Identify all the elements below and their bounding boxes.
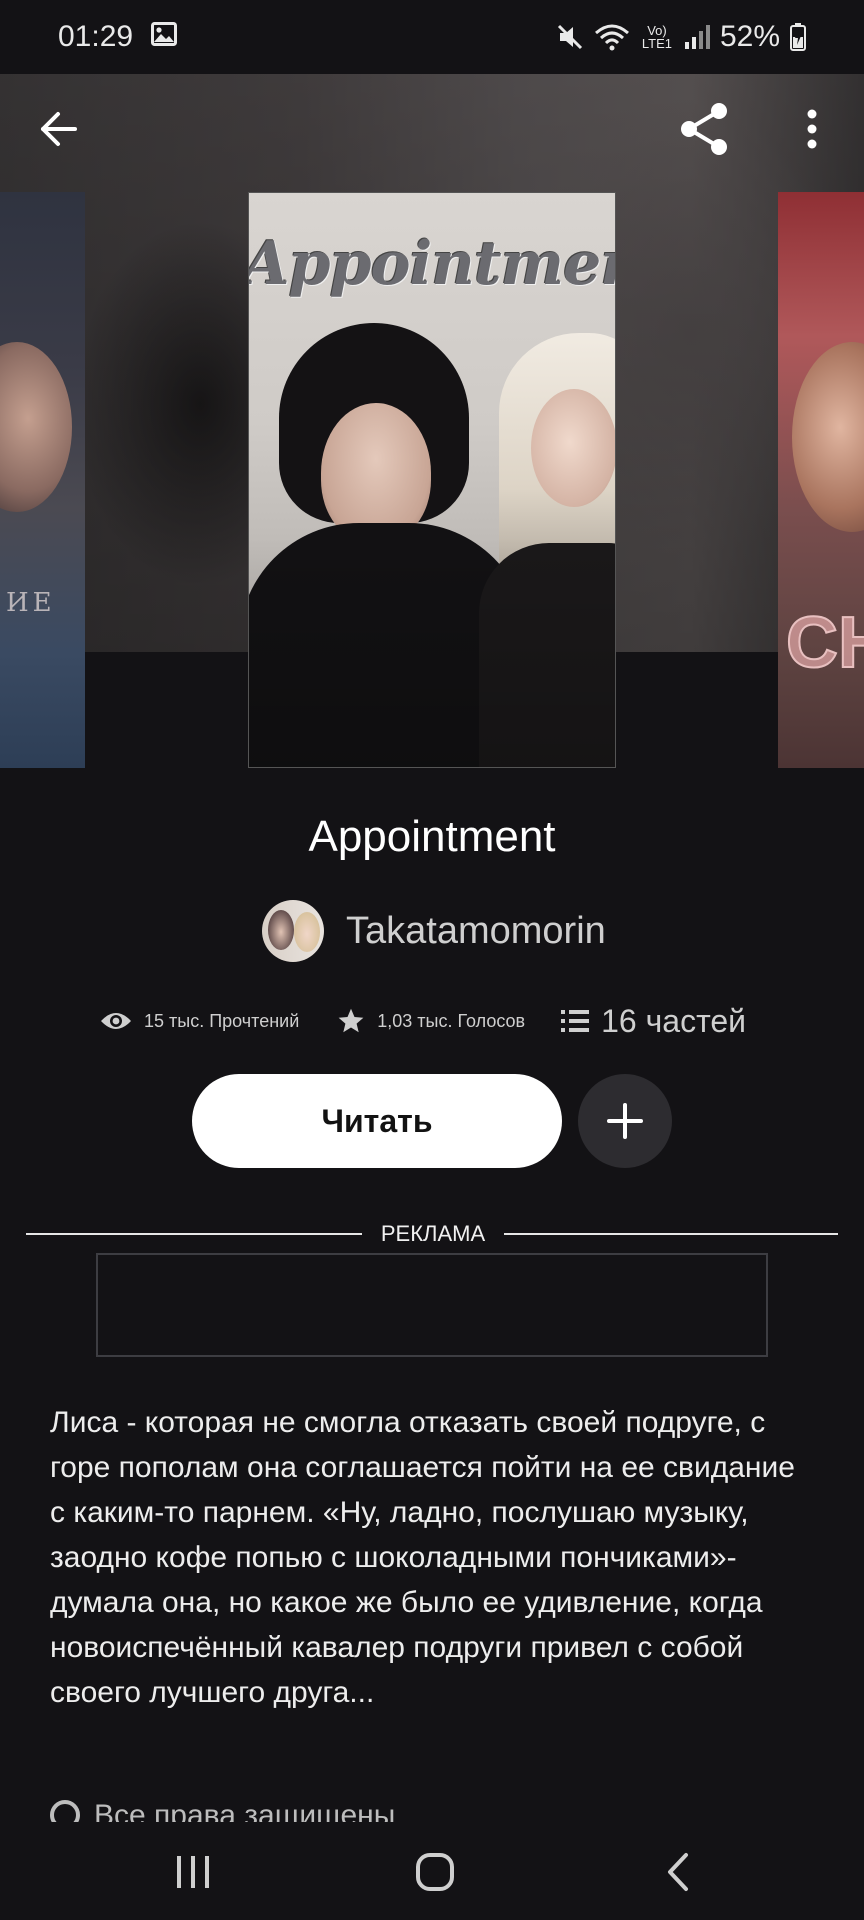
- story-stats: 15 тыс. Прочтений 1,03 тыс. Голосов 16 ч…: [100, 996, 780, 1046]
- mute-icon: [556, 23, 584, 51]
- more-vertical-icon: [807, 109, 817, 149]
- network-type: Vo) LTE1: [641, 23, 672, 51]
- story-hero: ИЕ Appointment CH: [0, 74, 864, 768]
- author-link[interactable]: Takatamomorin: [262, 900, 606, 962]
- copyright-text: Все права защищены: [94, 1799, 396, 1822]
- votes-count: 1,03 тыс. Голосов: [377, 1010, 526, 1031]
- divider-line-left: [26, 1233, 362, 1235]
- arrow-left-icon: [41, 112, 77, 146]
- share-icon: [681, 103, 727, 155]
- eye-icon: [101, 1013, 131, 1029]
- wifi-icon: [594, 23, 630, 51]
- status-time: 01:29: [58, 20, 134, 53]
- ad-label: РЕКЛАМА: [380, 1221, 486, 1246]
- ad-divider: РЕКЛАМА: [26, 1216, 838, 1252]
- recent-apps-icon: [177, 1856, 209, 1888]
- copyright-row: Все права защищены: [50, 1798, 395, 1822]
- battery-charging-icon: [790, 23, 806, 51]
- status-left: 01:29: [58, 20, 178, 54]
- cover-current[interactable]: Appointment: [248, 192, 616, 768]
- divider-line-right: [504, 1233, 838, 1235]
- plus-icon: [607, 1103, 643, 1139]
- status-right: Vo) LTE1 52%: [556, 20, 806, 54]
- cover-next[interactable]: CH: [778, 192, 864, 768]
- story-title: Appointment: [308, 812, 556, 861]
- home-icon: [416, 1853, 454, 1891]
- cover-previous-text: ИЕ: [6, 588, 56, 618]
- nav-back-button[interactable]: [642, 1842, 712, 1902]
- recent-apps-button[interactable]: [158, 1842, 228, 1902]
- cover-next-image: [792, 342, 864, 532]
- add-to-library-button[interactable]: [578, 1074, 672, 1168]
- story-description: Лиса - которая не смогла отказать своей …: [50, 1406, 795, 1709]
- parts-count: 16 частей: [601, 1002, 747, 1039]
- star-icon: [338, 1008, 364, 1033]
- author-name: Takatamomorin: [346, 909, 606, 952]
- home-button[interactable]: [400, 1842, 470, 1902]
- share-button[interactable]: [672, 97, 736, 161]
- battery-percent: 52%: [719, 20, 780, 53]
- parts-stat[interactable]: 16 частей: [561, 1003, 746, 1040]
- reads-count: 15 тыс. Прочтений: [144, 1010, 300, 1031]
- avatar: [262, 900, 324, 962]
- gallery-icon: [151, 20, 178, 54]
- reads-stat: 15 тыс. Прочтений: [100, 1010, 299, 1032]
- back-button[interactable]: [26, 97, 90, 161]
- avatar-figure-right: [294, 912, 320, 952]
- avatar-figure-left: [268, 910, 294, 950]
- read-button[interactable]: Читать: [192, 1074, 562, 1168]
- cover-title-text: Appointment: [248, 229, 615, 299]
- ad-banner[interactable]: [96, 1253, 768, 1357]
- copyright-icon: [50, 1800, 80, 1822]
- more-options-button[interactable]: [780, 97, 844, 161]
- nav-back-icon: [668, 1853, 688, 1891]
- list-icon: [561, 1010, 590, 1032]
- cover-next-text: CH: [785, 602, 864, 684]
- votes-stat: 1,03 тыс. Голосов: [337, 1007, 525, 1035]
- cover-previous[interactable]: ИЕ: [0, 192, 85, 768]
- status-bar: 01:29 Vo) LTE1 52%: [0, 0, 864, 74]
- signal-icon: [684, 24, 710, 50]
- cover-previous-image: [0, 342, 72, 512]
- system-nav-bar: [0, 1822, 864, 1920]
